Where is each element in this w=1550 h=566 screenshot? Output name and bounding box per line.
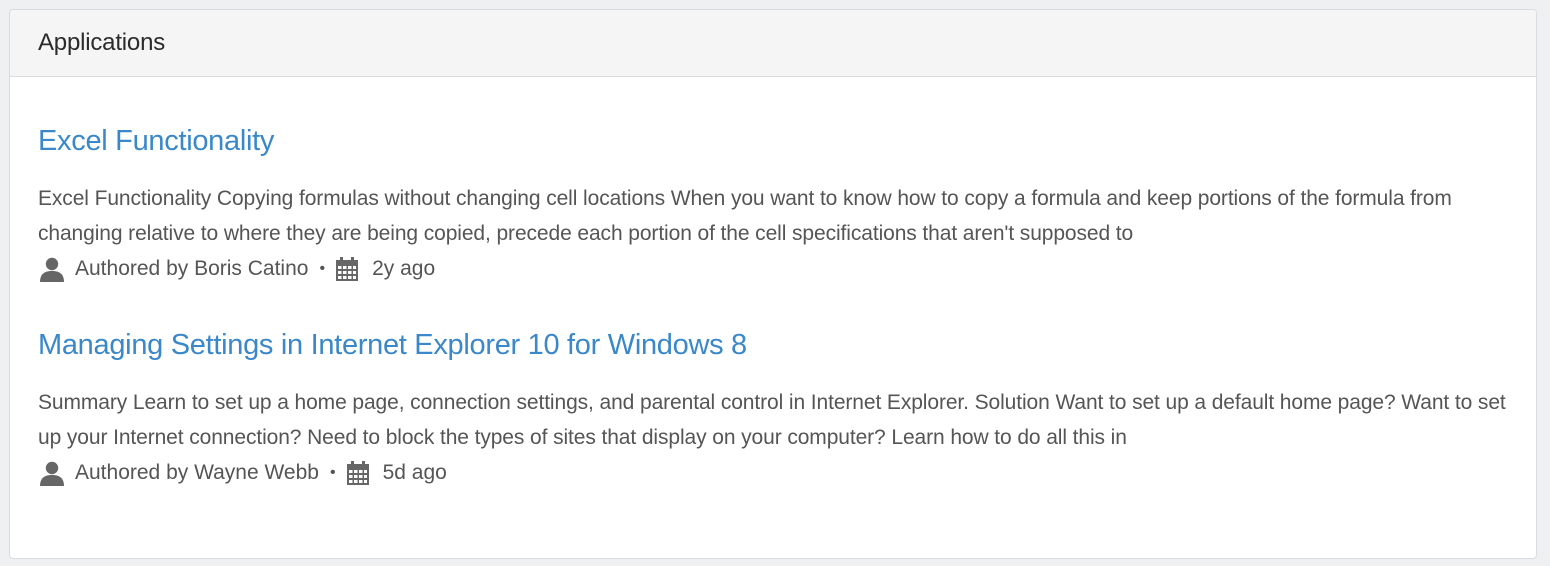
article-author: Authored by Boris Catino (75, 257, 309, 280)
meta-separator: • (319, 260, 326, 277)
article-meta: Authored by Boris Catino • 2y ago (38, 251, 1508, 287)
article-item: Managing Settings in Internet Explorer 1… (38, 327, 1508, 491)
panel-title: Applications (38, 29, 166, 56)
calendar-icon (335, 257, 359, 281)
user-icon (38, 256, 66, 282)
calendar-icon (346, 461, 370, 485)
applications-panel: Applications Excel Functionality Excel F… (9, 9, 1537, 559)
article-time: 2y ago (372, 257, 436, 280)
article-meta: Authored by Wayne Webb • 5d ago (38, 455, 1508, 491)
article-summary: Summary Learn to set up a home page, con… (38, 391, 1506, 449)
user-icon (38, 460, 66, 486)
article-title-link[interactable]: Managing Settings in Internet Explorer 1… (38, 327, 747, 363)
article-item: Excel Functionality Excel Functionality … (38, 123, 1508, 287)
article-summary: Excel Functionality Copying formulas wit… (38, 187, 1452, 245)
article-title-link[interactable]: Excel Functionality (38, 123, 274, 159)
article-time: 5d ago (382, 461, 447, 484)
article-author: Authored by Wayne Webb (75, 461, 319, 484)
meta-separator: • (329, 464, 336, 481)
panel-header: Applications (10, 10, 1536, 77)
